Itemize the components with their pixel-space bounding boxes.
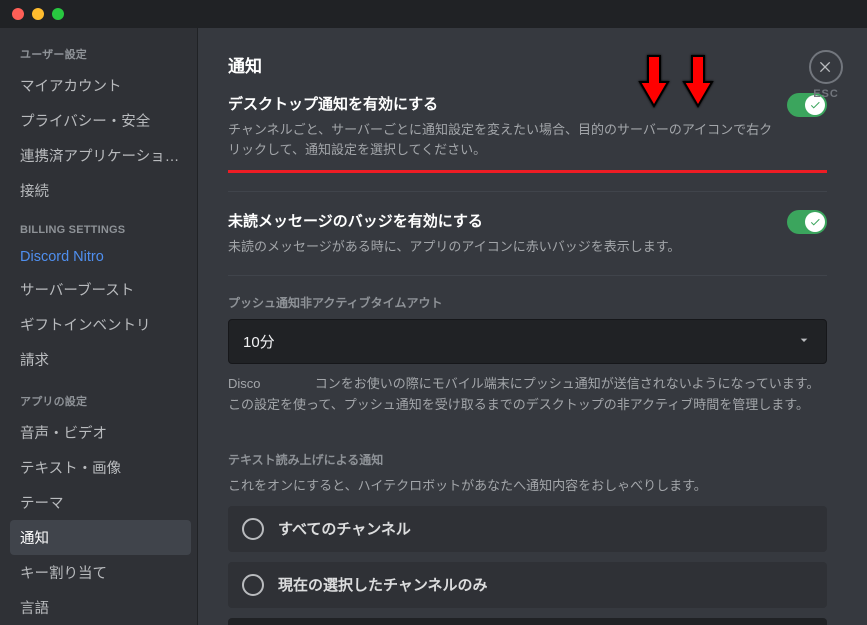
- traffic-light-minimize[interactable]: [32, 8, 44, 20]
- select-value: 10分: [243, 331, 275, 352]
- radio-icon: [242, 518, 264, 540]
- sidebar-item[interactable]: テキスト・画像: [10, 450, 191, 485]
- sidebar-item[interactable]: キー割り当て: [10, 555, 191, 590]
- sidebar-item[interactable]: ギフトインベントリ: [10, 307, 191, 342]
- toggle-unread-badge[interactable]: [787, 210, 827, 234]
- timeout-note: Disco コンをお使いの際にモバイル端末にプッシュ通知が送信されないようになっ…: [228, 374, 827, 414]
- settings-sidebar: ユーザー設定マイアカウントプライバシー・安全連携済アプリケーショ…接続 BILLI…: [0, 28, 198, 625]
- traffic-light-zoom[interactable]: [52, 8, 64, 20]
- close-icon: [818, 59, 834, 75]
- radio-option[interactable]: すべてのチャンネル: [228, 506, 827, 552]
- radio-option[interactable]: 期限なし: [228, 618, 827, 625]
- sidebar-item[interactable]: 連携済アプリケーショ…: [10, 138, 191, 173]
- sidebar-item[interactable]: Discord Nitro: [10, 242, 191, 272]
- sidebar-item[interactable]: プライバシー・安全: [10, 103, 191, 138]
- close-settings: ESC: [809, 50, 843, 100]
- field-label-timeout: プッシュ通知非アクティブタイムアウト: [228, 294, 827, 311]
- annotation-underline: [228, 170, 827, 173]
- setting-title: デスクトップ通知を有効にする: [228, 93, 775, 114]
- chevron-down-icon: [796, 332, 812, 352]
- traffic-light-close[interactable]: [12, 8, 24, 20]
- setting-desktop-notifications: デスクトップ通知を有効にする チャンネルごと、サーバーごとに通知設定を変えたい場…: [228, 93, 827, 160]
- sidebar-item[interactable]: マイアカウント: [10, 68, 191, 103]
- esc-label: ESC: [809, 88, 843, 100]
- toggle-knob: [805, 212, 825, 232]
- radio-label: 現在の選択したチャンネルのみ: [278, 574, 488, 595]
- sidebar-item[interactable]: サーバーブースト: [10, 272, 191, 307]
- radio-option[interactable]: 現在の選択したチャンネルのみ: [228, 562, 827, 608]
- sidebar-section-header: BILLING SETTINGS: [10, 218, 191, 242]
- divider: [228, 275, 827, 276]
- sidebar-item[interactable]: テーマ: [10, 485, 191, 520]
- sidebar-item[interactable]: 音声・ビデオ: [10, 415, 191, 450]
- sidebar-item[interactable]: 言語: [10, 590, 191, 625]
- sidebar-section-header: ユーザー設定: [10, 40, 191, 68]
- tts-description: これをオンにすると、ハイテクロボットがあなたへ通知内容をおしゃべりします。: [228, 476, 827, 496]
- sidebar-item[interactable]: 通知: [10, 520, 191, 555]
- close-button[interactable]: [809, 50, 843, 84]
- check-icon: [809, 99, 821, 111]
- setting-description: チャンネルごと、サーバーごとに通知設定を変えたい場合、目的のサーバーのアイコンで…: [228, 120, 775, 160]
- page-title: 通知: [228, 52, 827, 77]
- setting-title: 未読メッセージのバッジを有効にする: [228, 210, 680, 231]
- radio-label: すべてのチャンネル: [278, 518, 411, 539]
- sidebar-item[interactable]: 請求: [10, 342, 191, 377]
- setting-unread-badge: 未読メッセージのバッジを有効にする 未読のメッセージがある時に、アプリのアイコン…: [228, 210, 827, 257]
- check-icon: [809, 216, 821, 228]
- window-titlebar: [0, 0, 867, 28]
- divider: [228, 191, 827, 192]
- tts-radio-group: すべてのチャンネル現在の選択したチャンネルのみ期限なし: [228, 506, 827, 625]
- setting-description: 未読のメッセージがある時に、アプリのアイコンに赤いバッジを表示します。: [228, 237, 680, 257]
- field-label-tts: テキスト読み上げによる通知: [228, 451, 827, 468]
- select-push-timeout[interactable]: 10分: [228, 319, 827, 364]
- settings-content: 通知 デスクトップ通知を有効にする チャンネルごと、サーバーごとに通知設定を変え…: [198, 28, 867, 625]
- sidebar-section-header: アプリの設定: [10, 387, 191, 415]
- radio-icon: [242, 574, 264, 596]
- sidebar-item[interactable]: 接続: [10, 173, 191, 208]
